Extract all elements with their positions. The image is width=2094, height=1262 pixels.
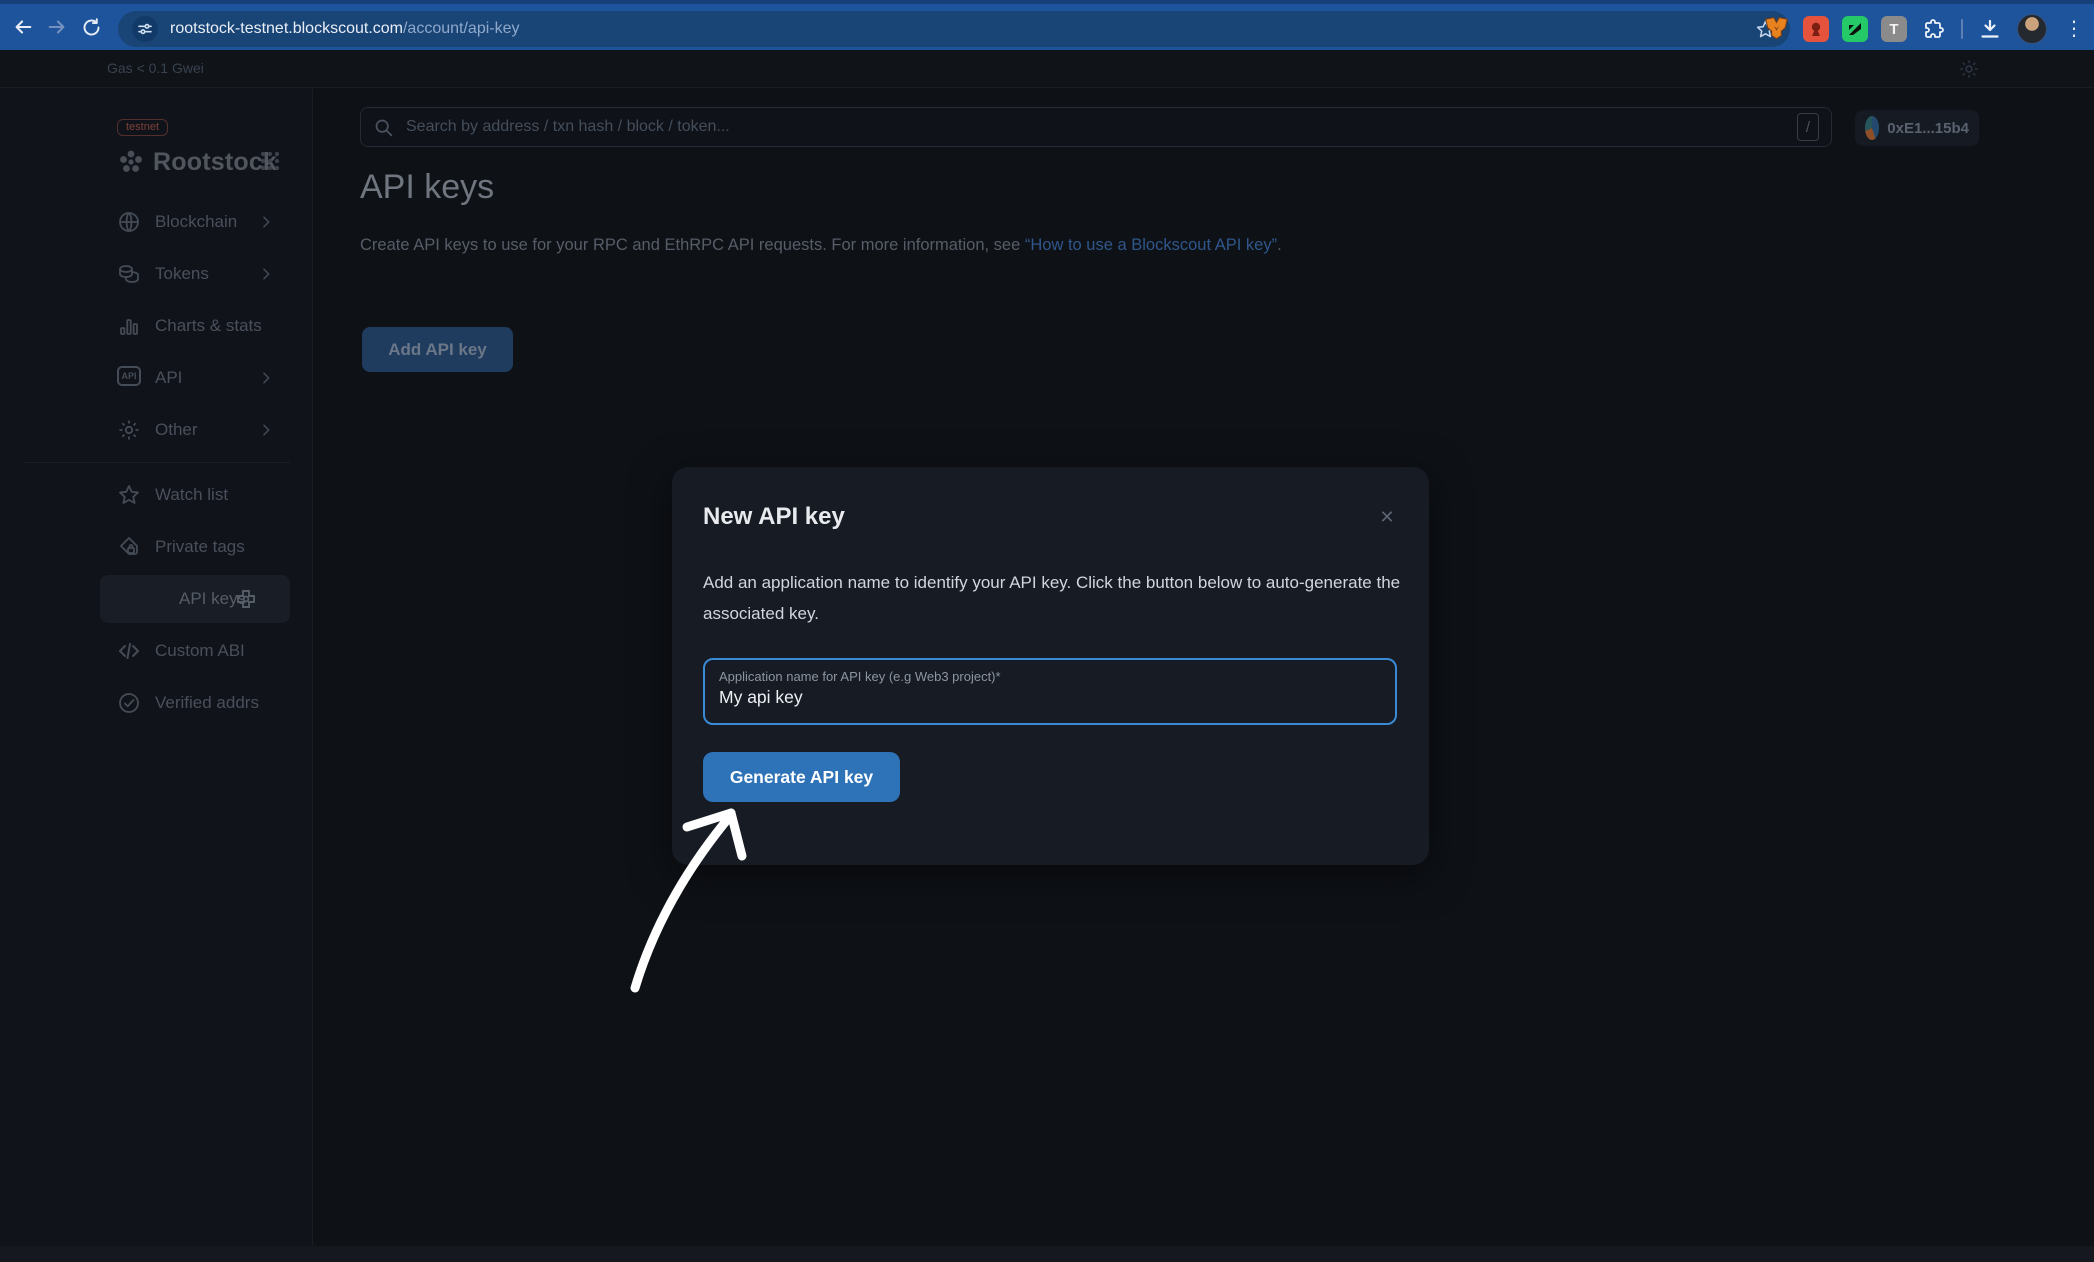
search-icon — [373, 117, 394, 138]
sidebar-item-watch-list[interactable]: Watch list — [0, 469, 313, 521]
sidebar-item-custom-abi[interactable]: Custom ABI — [0, 625, 313, 677]
modal-body-text: Add an application name to identify your… — [703, 567, 1403, 629]
modal-title: New API key — [703, 503, 845, 531]
browser-reload-button[interactable] — [74, 10, 108, 44]
api-badge-icon: API — [117, 366, 141, 390]
extensions-puzzle-icon[interactable] — [1920, 15, 1948, 43]
sidebar-item-api[interactable]: API API — [0, 352, 313, 404]
t-extension-icon[interactable]: T — [1881, 16, 1907, 42]
toolbar-separator — [1961, 19, 1963, 39]
account-address: 0xE1...15b4 — [1887, 120, 1969, 137]
url-domain: rootstock-testnet.blockscout.com — [170, 20, 403, 37]
chevron-right-icon — [258, 266, 274, 282]
sidebar-item-api-keys[interactable]: API keys — [0, 573, 313, 625]
t-extension-letter: T — [1889, 21, 1898, 38]
settings-gear-icon[interactable] — [1958, 58, 1980, 80]
forward-arrow-icon — [46, 16, 68, 38]
globe-icon — [117, 210, 141, 234]
downloads-icon[interactable] — [1976, 15, 2004, 43]
close-icon: ✕ — [1379, 507, 1394, 528]
sidebar-nav: Blockchain Tokens Charts & stats API API… — [0, 196, 313, 729]
browser-toolbar: rootstock-testnet.blockscout.com/account… — [0, 0, 2094, 50]
sidebar-divider — [23, 462, 290, 463]
gear-icon — [117, 418, 141, 442]
new-api-key-modal: New API key ✕ Add an application name to… — [672, 467, 1429, 865]
browser-profile-avatar[interactable] — [2017, 14, 2047, 44]
page-title: API keys — [360, 168, 494, 207]
adblock-extension-icon[interactable] — [1803, 16, 1829, 42]
modal-close-button[interactable]: ✕ — [1373, 503, 1401, 531]
code-icon — [117, 639, 141, 663]
sidebar-item-private-tags[interactable]: Private tags — [0, 521, 313, 573]
apps-grid-icon[interactable] — [258, 149, 282, 173]
page-description: Create API keys to use for your RPC and … — [360, 236, 1282, 255]
application-name-input[interactable] — [719, 687, 1381, 708]
sidebar-item-tokens[interactable]: Tokens — [0, 248, 313, 300]
gas-price-label: Gas < 0.1 Gwei — [107, 60, 204, 76]
sidebar: testnet Rootstock Blockchain Tokens Char… — [0, 89, 313, 1246]
chevron-right-icon — [258, 422, 274, 438]
api-key-docs-link[interactable]: “How to use a Blockscout API key” — [1025, 236, 1277, 254]
generate-api-key-button[interactable]: Generate API key — [703, 752, 900, 802]
browser-forward-button[interactable] — [40, 10, 74, 44]
testnet-badge: testnet — [117, 119, 168, 136]
add-api-key-button[interactable]: Add API key — [362, 327, 513, 372]
metamask-extension-icon[interactable] — [1762, 15, 1790, 43]
bottom-edge-strip — [0, 1246, 2094, 1262]
network-status-strip: Gas < 0.1 Gwei — [0, 50, 2094, 88]
browser-extensions-area: T ⋮ — [1762, 8, 2088, 50]
search-input[interactable] — [406, 118, 1785, 136]
back-arrow-icon — [12, 16, 34, 38]
address-bar[interactable]: rootstock-testnet.blockscout.com/account… — [118, 11, 1790, 47]
sidebar-item-charts-stats[interactable]: Charts & stats — [0, 300, 313, 352]
url-text: rootstock-testnet.blockscout.com/account… — [170, 20, 520, 38]
search-bar[interactable]: / — [360, 107, 1832, 147]
reload-icon — [81, 17, 102, 38]
rootstock-logo-icon — [117, 148, 145, 176]
browser-menu-icon[interactable]: ⋮ — [2060, 15, 2088, 43]
chevron-right-icon — [258, 370, 274, 386]
account-chip[interactable]: 0xE1...15b4 — [1855, 110, 1979, 146]
chevron-right-icon — [258, 214, 274, 230]
bar-chart-icon — [117, 314, 141, 338]
sidebar-item-verified-addrs[interactable]: Verified addrs — [0, 677, 313, 729]
sidebar-item-blockchain[interactable]: Blockchain — [0, 196, 313, 248]
coins-icon — [117, 262, 141, 286]
browser-back-button[interactable] — [6, 10, 40, 44]
application-name-field[interactable]: Application name for API key (e.g Web3 p… — [703, 658, 1397, 725]
url-path: /account/api-key — [403, 20, 520, 37]
check-circle-icon — [117, 691, 141, 715]
star-icon — [117, 483, 141, 507]
green-extension-icon[interactable] — [1842, 16, 1868, 42]
search-shortcut-hint: / — [1797, 113, 1819, 141]
sidebar-item-other[interactable]: Other — [0, 404, 313, 456]
site-settings-icon[interactable] — [132, 16, 158, 42]
tag-lock-icon — [117, 535, 141, 559]
application-name-label: Application name for API key (e.g Web3 p… — [719, 669, 1381, 684]
account-avatar — [1865, 116, 1879, 140]
